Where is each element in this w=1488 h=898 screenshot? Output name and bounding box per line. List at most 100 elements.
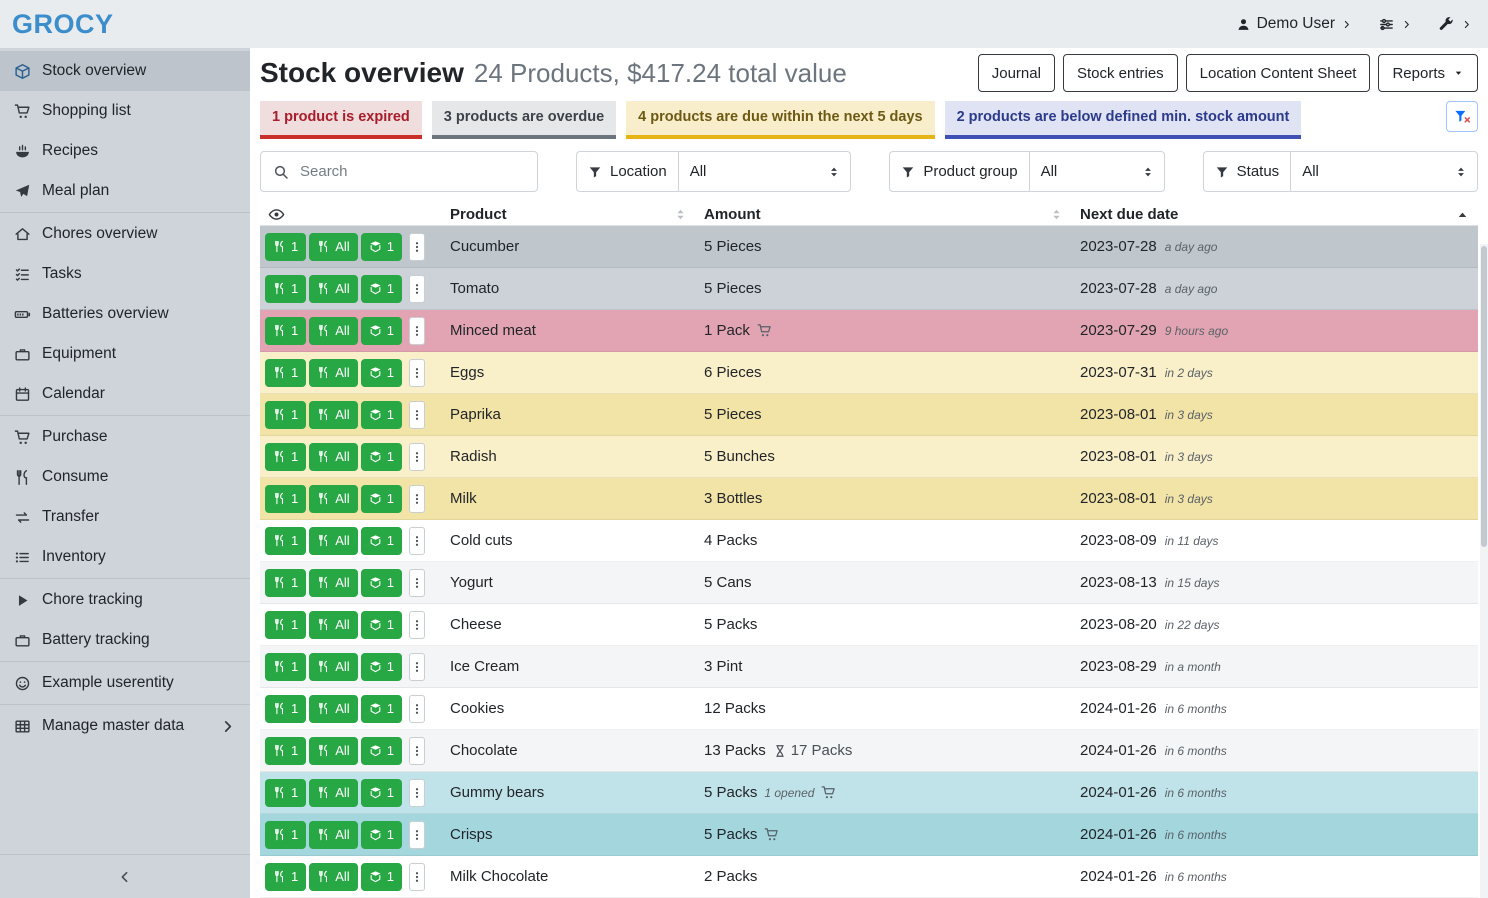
consume-one-button[interactable]: 1 [265, 695, 306, 723]
row-menu-button[interactable] [409, 695, 425, 723]
open-one-button[interactable]: 1 [361, 779, 402, 807]
open-one-button[interactable]: 1 [361, 695, 402, 723]
row-menu-button[interactable] [409, 401, 425, 429]
admin-menu[interactable] [1438, 16, 1472, 33]
consume-all-button[interactable]: All [309, 863, 357, 891]
consume-all-button[interactable]: All [309, 401, 357, 429]
row-menu-button[interactable] [409, 569, 425, 597]
row-menu-button[interactable] [409, 737, 425, 765]
header-action-button[interactable]: Location Content Sheet [1186, 54, 1371, 92]
row-menu-button[interactable] [409, 653, 425, 681]
sidebar-item[interactable]: Calendar [0, 374, 250, 414]
header-action-button[interactable]: Reports [1378, 54, 1478, 92]
open-one-button[interactable]: 1 [361, 401, 402, 429]
scrollbar-thumb[interactable] [1481, 246, 1487, 547]
row-menu-button[interactable] [409, 611, 425, 639]
consume-all-button[interactable]: All [309, 611, 357, 639]
consume-one-button[interactable]: 1 [265, 779, 306, 807]
open-one-button[interactable]: 1 [361, 275, 402, 303]
sidebar-item[interactable]: Transfer [0, 497, 250, 537]
open-one-button[interactable]: 1 [361, 317, 402, 345]
column-header-amount[interactable]: Amount [696, 206, 1072, 223]
sidebar-item[interactable]: Consume [0, 457, 250, 497]
consume-one-button[interactable]: 1 [265, 485, 306, 513]
sidebar-item[interactable]: Recipes [0, 131, 250, 171]
consume-one-button[interactable]: 1 [265, 401, 306, 429]
consume-one-button[interactable]: 1 [265, 821, 306, 849]
consume-one-button[interactable]: 1 [265, 359, 306, 387]
row-menu-button[interactable] [409, 821, 425, 849]
row-menu-button[interactable] [409, 485, 425, 513]
column-header-next-due-date[interactable]: Next due date [1072, 206, 1478, 223]
sidebar-item[interactable]: Batteries overview [0, 294, 250, 334]
open-one-button[interactable]: 1 [361, 359, 402, 387]
clear-filters-button[interactable] [1446, 101, 1478, 132]
consume-one-button[interactable]: 1 [265, 569, 306, 597]
open-one-button[interactable]: 1 [361, 233, 402, 261]
grocy-logo[interactable]: GROCY [12, 9, 114, 40]
filter-select[interactable]: All [678, 151, 852, 192]
column-header-product[interactable]: Product [442, 206, 696, 223]
visibility-column-header[interactable] [260, 206, 442, 223]
sidebar-item[interactable]: Battery tracking [0, 620, 250, 660]
open-one-button[interactable]: 1 [361, 569, 402, 597]
consume-all-button[interactable]: All [309, 569, 357, 597]
consume-all-button[interactable]: All [309, 821, 357, 849]
open-one-button[interactable]: 1 [361, 611, 402, 639]
open-one-button[interactable]: 1 [361, 737, 402, 765]
search-input[interactable] [298, 162, 527, 181]
row-menu-button[interactable] [409, 275, 425, 303]
sidebar-item[interactable]: Chores overview [0, 214, 250, 254]
sidebar-collapse-button[interactable] [0, 854, 250, 898]
consume-one-button[interactable]: 1 [265, 737, 306, 765]
consume-one-button[interactable]: 1 [265, 653, 306, 681]
open-one-button[interactable]: 1 [361, 863, 402, 891]
settings-menu[interactable] [1378, 16, 1412, 33]
sidebar-item[interactable]: Example userentity [0, 663, 250, 703]
consume-all-button[interactable]: All [309, 737, 357, 765]
row-menu-button[interactable] [409, 779, 425, 807]
scrollbar[interactable] [1480, 244, 1488, 898]
sidebar-item[interactable]: Chore tracking [0, 580, 250, 620]
header-action-button[interactable]: Journal [978, 54, 1055, 92]
consume-all-button[interactable]: All [309, 233, 357, 261]
consume-one-button[interactable]: 1 [265, 863, 306, 891]
filter-select[interactable]: All [1029, 151, 1165, 192]
consume-all-button[interactable]: All [309, 527, 357, 555]
row-menu-button[interactable] [409, 443, 425, 471]
open-one-button[interactable]: 1 [361, 527, 402, 555]
sidebar-item[interactable]: Meal plan [0, 171, 250, 211]
row-menu-button[interactable] [409, 233, 425, 261]
consume-all-button[interactable]: All [309, 779, 357, 807]
status-banner[interactable]: 4 products are due within the next 5 day… [626, 101, 934, 139]
consume-one-button[interactable]: 1 [265, 275, 306, 303]
user-menu[interactable]: Demo User [1236, 15, 1352, 33]
row-menu-button[interactable] [409, 317, 425, 345]
consume-one-button[interactable]: 1 [265, 527, 306, 555]
consume-all-button[interactable]: All [309, 317, 357, 345]
status-banner[interactable]: 2 products are below defined min. stock … [945, 101, 1302, 139]
sidebar-item[interactable]: Purchase [0, 417, 250, 457]
row-menu-button[interactable] [409, 527, 425, 555]
sidebar-item[interactable]: Equipment [0, 334, 250, 374]
filter-select[interactable]: All [1290, 151, 1478, 192]
consume-all-button[interactable]: All [309, 443, 357, 471]
consume-one-button[interactable]: 1 [265, 611, 306, 639]
consume-all-button[interactable]: All [309, 485, 357, 513]
consume-one-button[interactable]: 1 [265, 443, 306, 471]
open-one-button[interactable]: 1 [361, 653, 402, 681]
consume-all-button[interactable]: All [309, 695, 357, 723]
status-banner[interactable]: 1 product is expired [260, 101, 422, 139]
consume-one-button[interactable]: 1 [265, 233, 306, 261]
status-banner[interactable]: 3 products are overdue [432, 101, 616, 139]
consume-all-button[interactable]: All [309, 275, 357, 303]
consume-all-button[interactable]: All [309, 359, 357, 387]
sidebar-item[interactable]: Manage master data [0, 706, 250, 746]
consume-one-button[interactable]: 1 [265, 317, 306, 345]
row-menu-button[interactable] [409, 359, 425, 387]
open-one-button[interactable]: 1 [361, 485, 402, 513]
open-one-button[interactable]: 1 [361, 821, 402, 849]
header-action-button[interactable]: Stock entries [1063, 54, 1178, 92]
sidebar-item[interactable]: Shopping list [0, 91, 250, 131]
consume-all-button[interactable]: All [309, 653, 357, 681]
